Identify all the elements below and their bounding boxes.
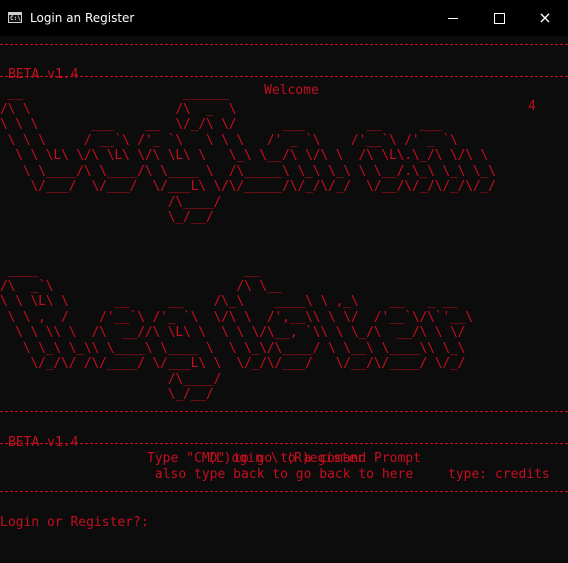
console-window: C:\ Login an Register × BETA v1.4 Welcom… [0, 0, 568, 549]
title-bar[interactable]: C:\ Login an Register × [0, 0, 568, 36]
divider [0, 44, 568, 45]
header-version: BETA v1.4 [8, 67, 79, 82]
close-button[interactable]: × [522, 0, 568, 36]
maximize-button[interactable] [476, 0, 522, 36]
info-line-2: also type back to go back to here [154, 467, 414, 482]
divider [0, 411, 568, 412]
maximize-icon [494, 13, 505, 24]
prompt-label: Login or Register?: [0, 515, 149, 530]
close-icon: × [538, 8, 552, 27]
minimize-icon [448, 18, 458, 19]
ascii-banner-login: __ ______ /\ \ /\ _ \ \ \ \ ___ __ \/_/\… [0, 86, 496, 225]
divider [0, 491, 568, 492]
header-row: BETA v1.4 Welcome 4 [0, 51, 568, 114]
console-icon: C:\ [8, 12, 22, 23]
info-line-1: Type "CMD" to go to a comand Prompt [147, 451, 421, 466]
ascii-banner-register: ____ __ /\ _`\ /\ \__ \ \ \L\ \ __ __ /\… [0, 263, 473, 402]
console-output[interactable]: BETA v1.4 Welcome 4 __ ______ /\ \ /\ _ … [0, 36, 568, 549]
minimize-button[interactable] [430, 0, 476, 36]
prompt-row[interactable]: Login or Register?: [0, 499, 568, 530]
header-count: 4 [528, 99, 536, 114]
divider [0, 76, 568, 77]
window-title: Login an Register [30, 11, 135, 25]
footer-row: BETA v1.4 (L)ogin \ (R)egister type: cre… [0, 419, 568, 482]
divider [0, 443, 568, 444]
